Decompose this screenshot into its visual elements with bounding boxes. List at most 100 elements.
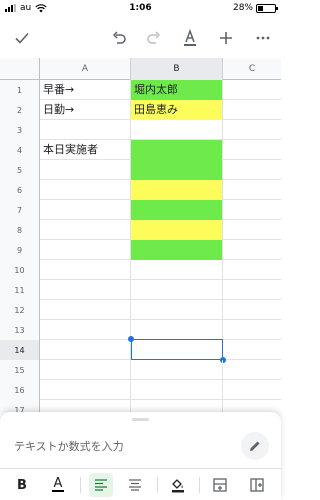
table-row: 12 bbox=[0, 300, 281, 320]
row-header[interactable]: 7 bbox=[0, 200, 40, 220]
check-icon[interactable] bbox=[10, 26, 34, 50]
add-icon[interactable] bbox=[214, 26, 238, 50]
table-row: 13 bbox=[0, 320, 281, 340]
cell-a2[interactable]: 日勤→ bbox=[40, 100, 131, 120]
cell-b11[interactable] bbox=[131, 280, 223, 300]
cell-b13[interactable] bbox=[131, 320, 223, 340]
align-left-icon[interactable] bbox=[89, 473, 113, 497]
cell-b6[interactable] bbox=[131, 180, 223, 200]
undo-icon[interactable] bbox=[107, 26, 131, 50]
bold-button[interactable]: B bbox=[10, 473, 34, 497]
insert-row-icon[interactable] bbox=[208, 473, 232, 497]
column-header-b[interactable]: B bbox=[131, 58, 223, 80]
row-header[interactable]: 13 bbox=[0, 320, 40, 340]
cell-c12[interactable] bbox=[223, 300, 281, 320]
cell-a3[interactable] bbox=[40, 120, 131, 140]
cell-a7[interactable] bbox=[40, 200, 131, 220]
row-header[interactable]: 5 bbox=[0, 160, 40, 180]
cell-b12[interactable] bbox=[131, 300, 223, 320]
text-color-button[interactable]: A bbox=[46, 473, 70, 497]
cell-b2[interactable]: 田島恵み bbox=[131, 100, 223, 120]
cell-b7[interactable] bbox=[131, 200, 223, 220]
cell-c14[interactable] bbox=[223, 340, 281, 360]
cell-a15[interactable] bbox=[40, 360, 131, 380]
cell-b4[interactable] bbox=[131, 140, 223, 160]
select-all-corner[interactable] bbox=[0, 58, 40, 80]
row-header[interactable]: 3 bbox=[0, 120, 40, 140]
cell-c2[interactable] bbox=[223, 100, 281, 120]
formula-placeholder[interactable]: テキストか数式を入力 bbox=[14, 438, 124, 454]
insert-column-icon[interactable] bbox=[245, 473, 269, 497]
cell-a10[interactable] bbox=[40, 260, 131, 280]
cell-a13[interactable] bbox=[40, 320, 131, 340]
drag-handle[interactable] bbox=[132, 418, 149, 421]
cell-a17[interactable] bbox=[40, 400, 131, 412]
row-header[interactable]: 8 bbox=[0, 220, 40, 240]
selection-box[interactable] bbox=[131, 339, 223, 360]
cell-b10[interactable] bbox=[131, 260, 223, 280]
cell-a11[interactable] bbox=[40, 280, 131, 300]
cell-c4[interactable] bbox=[223, 140, 281, 160]
cell-a5[interactable] bbox=[40, 160, 131, 180]
cell-c16[interactable] bbox=[223, 380, 281, 400]
divider bbox=[80, 477, 81, 493]
cell-b8[interactable] bbox=[131, 220, 223, 240]
cell-a6[interactable] bbox=[40, 180, 131, 200]
table-row: 3 bbox=[0, 120, 281, 140]
cell-b16[interactable] bbox=[131, 380, 223, 400]
cell-b15[interactable] bbox=[131, 360, 223, 380]
row-header[interactable]: 17 bbox=[0, 400, 40, 412]
column-header-c[interactable]: C bbox=[223, 58, 281, 80]
row-header[interactable]: 11 bbox=[0, 280, 40, 300]
cell-b9[interactable] bbox=[131, 240, 223, 260]
row-header[interactable]: 2 bbox=[0, 100, 40, 120]
cell-a12[interactable] bbox=[40, 300, 131, 320]
table-row: 9 bbox=[0, 240, 281, 260]
text-format-icon[interactable] bbox=[178, 26, 202, 50]
row-header[interactable]: 1 bbox=[0, 80, 40, 100]
row-header[interactable]: 9 bbox=[0, 240, 40, 260]
cell-c3[interactable] bbox=[223, 120, 281, 140]
cell-c6[interactable] bbox=[223, 180, 281, 200]
cell-c11[interactable] bbox=[223, 280, 281, 300]
cell-c7[interactable] bbox=[223, 200, 281, 220]
row-header[interactable]: 10 bbox=[0, 260, 40, 280]
cell-c13[interactable] bbox=[223, 320, 281, 340]
selection-handle-top[interactable] bbox=[128, 336, 134, 342]
row-header[interactable]: 14 bbox=[0, 340, 40, 360]
cell-a8[interactable] bbox=[40, 220, 131, 240]
cell-b17[interactable] bbox=[131, 400, 223, 412]
row-header[interactable]: 6 bbox=[0, 180, 40, 200]
cell-a1[interactable]: 早番→ bbox=[40, 80, 131, 100]
cell-c10[interactable] bbox=[223, 260, 281, 280]
row-header[interactable]: 16 bbox=[0, 380, 40, 400]
table-row: 15 bbox=[0, 360, 281, 380]
cell-b1[interactable]: 堀内太郎 bbox=[131, 80, 223, 100]
row-header[interactable]: 15 bbox=[0, 360, 40, 380]
row-header[interactable]: 12 bbox=[0, 300, 40, 320]
spreadsheet-grid[interactable]: A B C 1 早番→ 堀内太郎 2 日勤→ 田島恵み 3 4 本日実施者 5 6 7 8 9 10 11 12… bbox=[0, 58, 281, 412]
formula-bar[interactable]: テキストか数式を入力 bbox=[0, 424, 281, 468]
cell-b3[interactable] bbox=[131, 120, 223, 140]
cell-c17[interactable] bbox=[223, 400, 281, 412]
align-center-icon[interactable] bbox=[123, 473, 147, 497]
cell-a16[interactable] bbox=[40, 380, 131, 400]
cell-a14[interactable] bbox=[40, 340, 131, 360]
cell-a4[interactable]: 本日実施者 bbox=[40, 140, 131, 160]
row-header[interactable]: 4 bbox=[0, 140, 40, 160]
cell-a9[interactable] bbox=[40, 240, 131, 260]
bottom-sheet: テキストか数式を入力 B A bbox=[0, 412, 281, 500]
cell-b5[interactable] bbox=[131, 160, 223, 180]
status-right: 28% bbox=[233, 3, 278, 13]
redo-icon[interactable] bbox=[142, 26, 166, 50]
cell-c8[interactable] bbox=[223, 220, 281, 240]
fill-color-icon[interactable] bbox=[166, 473, 190, 497]
cell-c9[interactable] bbox=[223, 240, 281, 260]
table-row: 11 bbox=[0, 280, 281, 300]
column-header-a[interactable]: A bbox=[40, 58, 131, 80]
cell-c15[interactable] bbox=[223, 360, 281, 380]
cell-c1[interactable] bbox=[223, 80, 281, 100]
more-horiz-icon[interactable] bbox=[251, 26, 275, 50]
pencil-icon[interactable] bbox=[241, 432, 269, 460]
cell-c5[interactable] bbox=[223, 160, 281, 180]
